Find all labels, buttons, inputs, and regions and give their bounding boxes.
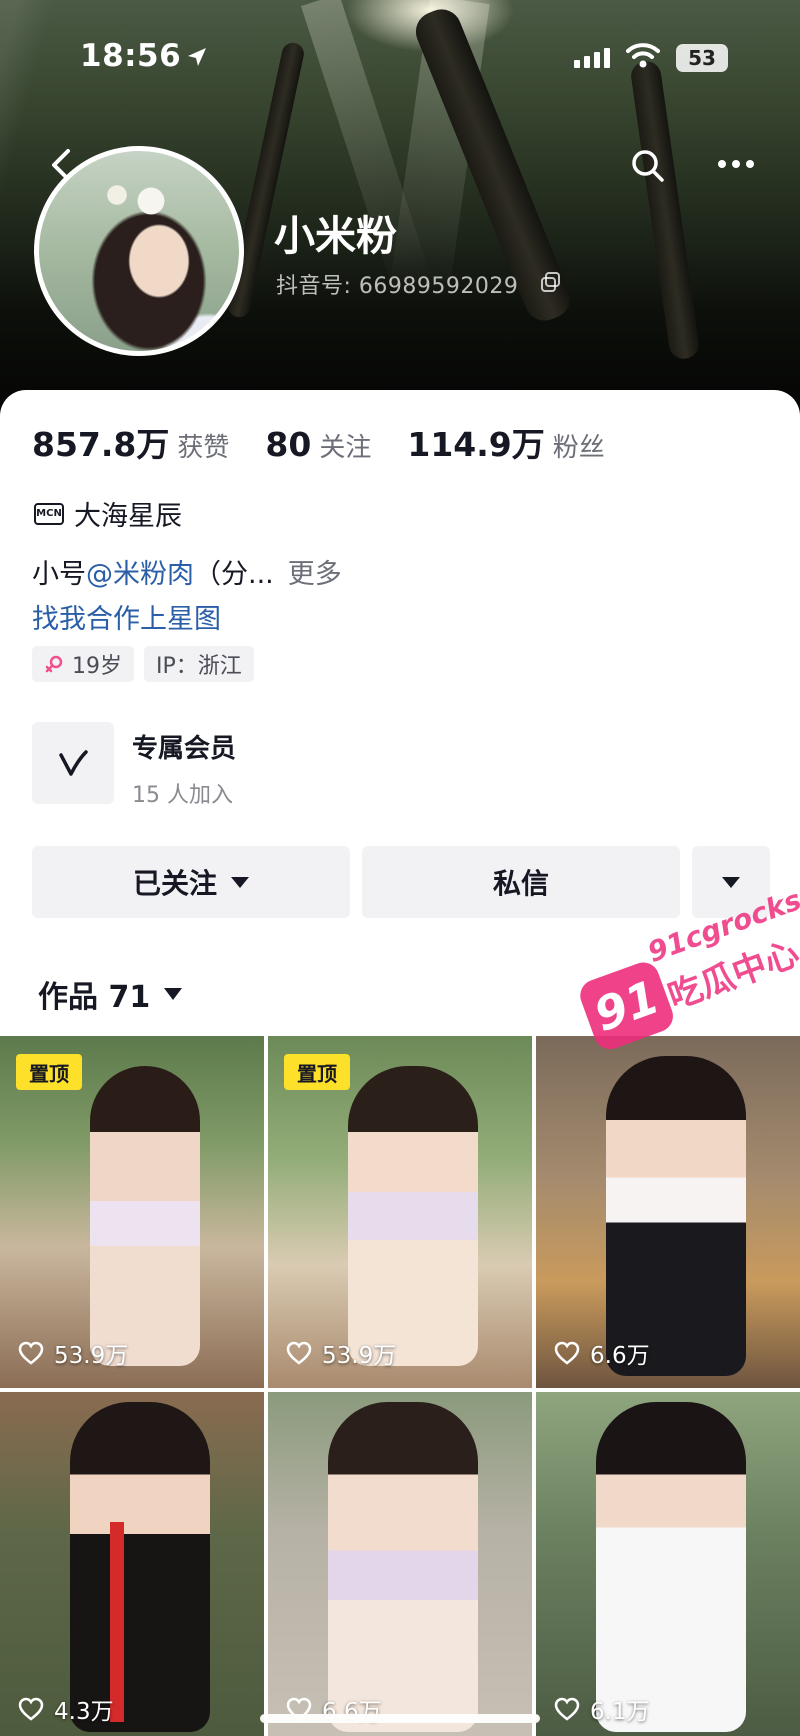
- membership-entry[interactable]: 专属会员 15 人加入: [32, 722, 236, 809]
- bio-suffix: （分...: [194, 559, 274, 590]
- following-label[interactable]: 关注: [319, 427, 371, 464]
- likes-label: 获赞: [177, 433, 230, 463]
- works-label: 作品 71: [38, 980, 151, 1015]
- like-count: 53.9万: [18, 1336, 128, 1370]
- followers-label[interactable]: 粉丝: [553, 427, 605, 464]
- v-logo-icon: [59, 750, 88, 776]
- profile-tags: 19岁 IP：浙江: [32, 646, 264, 682]
- status-time: 18:56: [80, 38, 182, 74]
- followers-count[interactable]: 114.9万: [407, 418, 544, 466]
- ip-tag: IP：浙江: [144, 646, 254, 682]
- bio-mention-link[interactable]: @米粉肉: [86, 559, 194, 590]
- heart-icon: [18, 1697, 44, 1721]
- like-count-text: 53.9万: [54, 1343, 129, 1369]
- membership-icon-box: [32, 722, 114, 804]
- likes-count: 857.8万: [32, 425, 170, 464]
- followed-label: 已关注: [132, 867, 217, 900]
- more-options-icon[interactable]: [716, 156, 756, 172]
- avatar[interactable]: [34, 146, 244, 356]
- mcn-name: 大海星辰: [74, 501, 182, 532]
- mcn-icon: MCN: [34, 502, 64, 525]
- membership-title: 专属会员: [132, 734, 237, 764]
- bio: 小号@米粉肉（分... 更多: [32, 552, 342, 591]
- pinned-badge: 置顶: [284, 1054, 350, 1090]
- age-tag: 19岁: [32, 646, 134, 682]
- signal-icon: [574, 48, 610, 68]
- like-count-text: 4.3万: [54, 1699, 114, 1725]
- age-text: 19岁: [72, 654, 122, 679]
- bio-more-button[interactable]: 更多: [288, 559, 342, 590]
- caret-down-icon: [164, 988, 183, 1000]
- like-count: 6.6万: [554, 1336, 650, 1370]
- douyin-id: 抖音号: 66989592029: [276, 274, 519, 299]
- copy-icon[interactable]: [540, 271, 562, 293]
- message-label: 私信: [492, 867, 549, 900]
- like-count-text: 53.9万: [322, 1343, 397, 1369]
- video-thumbnail[interactable]: 6.6万: [268, 1392, 532, 1736]
- wifi-icon: [626, 43, 660, 68]
- battery-indicator: 53: [676, 44, 728, 72]
- caret-down-icon: [231, 876, 249, 888]
- video-thumbnail[interactable]: 置顶 53.9万: [268, 1036, 532, 1388]
- ip-text: IP：浙江: [156, 654, 242, 679]
- heart-icon: [18, 1341, 44, 1365]
- heart-icon: [554, 1697, 580, 1721]
- female-icon: [45, 655, 63, 673]
- video-thumbnail[interactable]: 置顶 53.9万: [0, 1036, 264, 1388]
- profile-stats: 857.8万 获赞 80 关注 114.9万 粉丝: [32, 418, 641, 468]
- location-arrow-icon: [188, 48, 206, 66]
- following-count[interactable]: 80: [265, 425, 311, 464]
- like-count-text: 6.6万: [590, 1343, 650, 1369]
- like-count: 53.9万: [286, 1336, 396, 1370]
- like-count-text: 6.1万: [590, 1699, 650, 1725]
- like-count: 6.1万: [554, 1692, 650, 1726]
- heart-icon: [554, 1341, 580, 1365]
- home-indicator: [260, 1714, 540, 1723]
- mcn-row[interactable]: MCN 大海星辰: [34, 494, 182, 533]
- search-icon[interactable]: [630, 148, 666, 184]
- followed-button[interactable]: 已关注: [32, 846, 350, 918]
- video-thumbnail[interactable]: 6.1万: [536, 1392, 800, 1736]
- video-thumbnail[interactable]: 4.3万: [0, 1392, 264, 1736]
- works-tab[interactable]: 作品 71: [38, 972, 183, 1016]
- bio-prefix: 小号: [32, 559, 86, 590]
- pinned-badge: 置顶: [16, 1054, 82, 1090]
- status-bar: 18:56 53: [0, 0, 800, 110]
- membership-subtitle: 15 人加入: [132, 783, 233, 808]
- cooperation-link[interactable]: 找我合作上星图: [32, 597, 221, 636]
- profile-name: 小米粉: [274, 212, 397, 260]
- like-count: 4.3万: [18, 1692, 114, 1726]
- heart-icon: [286, 1341, 312, 1365]
